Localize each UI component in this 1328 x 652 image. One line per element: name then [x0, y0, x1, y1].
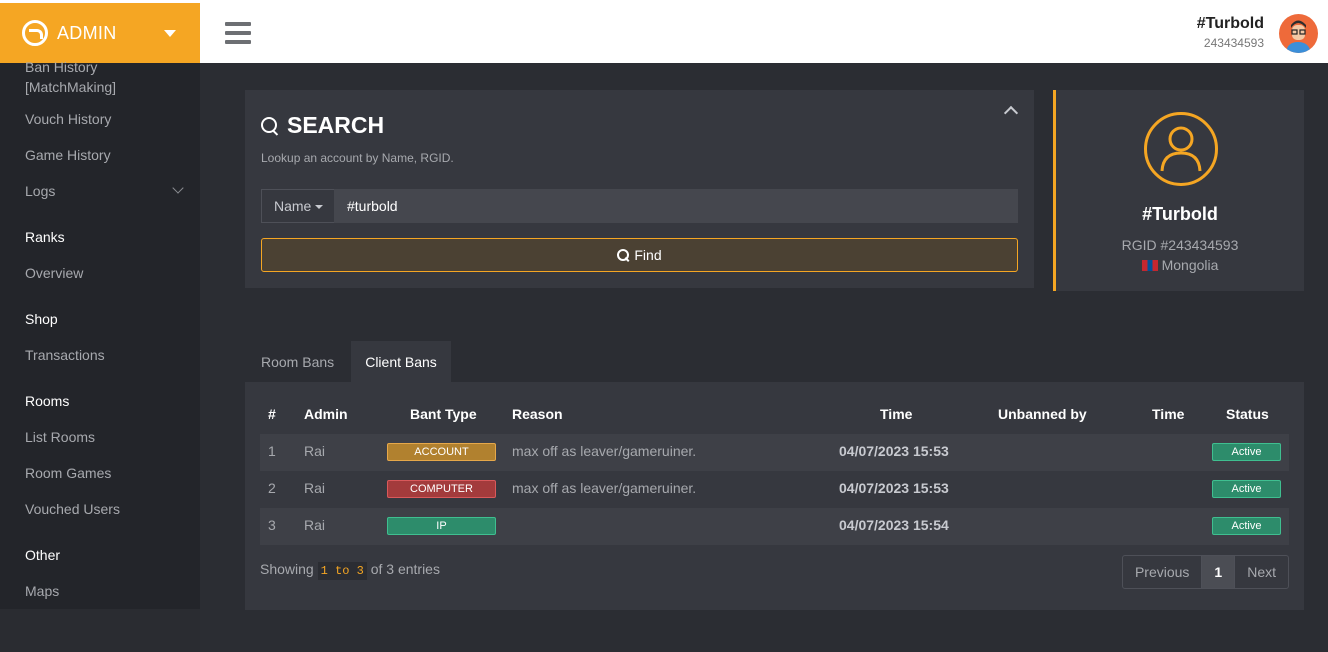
- previous-button[interactable]: Previous: [1123, 556, 1203, 588]
- search-title: SEARCH: [287, 112, 385, 138]
- profile-name: #Turbold: [1142, 204, 1218, 224]
- sidebar: Ban History [MatchMaking] Vouch History …: [0, 59, 200, 652]
- user-avatar[interactable]: [1279, 14, 1318, 53]
- profile-rgid: RGID #243434593: [1121, 237, 1239, 253]
- ban-type-badge: IP: [387, 517, 496, 535]
- collapse-icon[interactable]: [1003, 105, 1019, 121]
- entries-info: Showing 1 to 3 of 3 entries: [260, 561, 440, 580]
- status-badge: Active: [1212, 443, 1281, 461]
- sidebar-item-game-history[interactable]: Game History: [25, 147, 111, 163]
- ban-type-badge: COMPUTER: [387, 480, 496, 498]
- sidebar-item-room-games[interactable]: Room Games: [25, 465, 111, 481]
- ban-type-badge: ACCOUNT: [387, 443, 496, 461]
- search-type-select[interactable]: Name: [261, 189, 335, 223]
- table-header: # Admin Bant Type Reason Time Unbanned b…: [268, 406, 1269, 422]
- profile-country: Mongolia: [1056, 257, 1304, 273]
- search-icon: [617, 249, 630, 261]
- brand-title: ADMIN: [57, 22, 117, 43]
- client-bans-table: # Admin Bant Type Reason Time Unbanned b…: [245, 382, 1304, 610]
- sidebar-item-maps[interactable]: Maps: [25, 583, 59, 599]
- sidebar-section-shop: Shop: [25, 311, 58, 327]
- sidebar-section-ranks: Ranks: [25, 229, 65, 245]
- table-row[interactable]: 1 Rai ACCOUNT max off as leaver/gameruin…: [260, 434, 1289, 471]
- status-badge: Active: [1212, 480, 1281, 498]
- sidebar-section-other: Other: [25, 547, 61, 563]
- sidebar-item-list-rooms[interactable]: List Rooms: [25, 429, 95, 445]
- sidebar-item-vouch-history[interactable]: Vouch History: [25, 111, 111, 127]
- chevron-down-icon[interactable]: [172, 182, 184, 194]
- user-name: #Turbold: [1196, 15, 1264, 32]
- brand-logo-icon: [22, 20, 48, 46]
- table-row[interactable]: 2 Rai COMPUTER max off as leaver/gamerui…: [260, 471, 1289, 508]
- brand-dropdown-icon[interactable]: [164, 30, 176, 37]
- user-silhouette-icon: [1144, 112, 1218, 186]
- mongolia-flag-icon: [1141, 260, 1158, 271]
- sidebar-item-logs[interactable]: Logs: [25, 183, 55, 199]
- next-button[interactable]: Next: [1235, 556, 1288, 588]
- page-1-button[interactable]: 1: [1202, 556, 1236, 588]
- search-icon: [261, 116, 279, 135]
- search-subtitle: Lookup an account by Name, RGID.: [261, 151, 454, 165]
- menu-toggle-icon[interactable]: [225, 22, 251, 44]
- top-header: #Turbold 243434593: [200, 3, 1328, 63]
- user-info[interactable]: #Turbold 243434593: [1197, 15, 1264, 50]
- sidebar-item-ban-history[interactable]: Ban History [MatchMaking]: [25, 57, 116, 97]
- profile-card: #Turbold RGID #243434593 Mongolia: [1053, 90, 1304, 291]
- pagination: Previous 1 Next: [1121, 555, 1289, 589]
- sidebar-item-vouched-users[interactable]: Vouched Users: [25, 501, 120, 517]
- brand-bar[interactable]: ADMIN: [0, 3, 200, 63]
- user-id: 243434593: [1203, 36, 1264, 50]
- main-content: SEARCH Lookup an account by Name, RGID. …: [200, 63, 1328, 652]
- sidebar-item-transactions[interactable]: Transactions: [25, 347, 105, 363]
- status-badge: Active: [1212, 517, 1281, 535]
- find-button[interactable]: Find: [261, 238, 1018, 272]
- search-input[interactable]: [334, 189, 1018, 223]
- caret-down-icon: [315, 205, 324, 210]
- search-panel: SEARCH Lookup an account by Name, RGID. …: [245, 90, 1034, 288]
- tab-client-bans[interactable]: Client Bans: [351, 341, 451, 382]
- tab-room-bans[interactable]: Room Bans: [245, 341, 351, 382]
- sidebar-item-overview[interactable]: Overview: [25, 265, 83, 281]
- table-row[interactable]: 3 Rai IP 04/07/2023 15:54 Active: [260, 508, 1289, 545]
- sidebar-section-rooms: Rooms: [25, 393, 70, 409]
